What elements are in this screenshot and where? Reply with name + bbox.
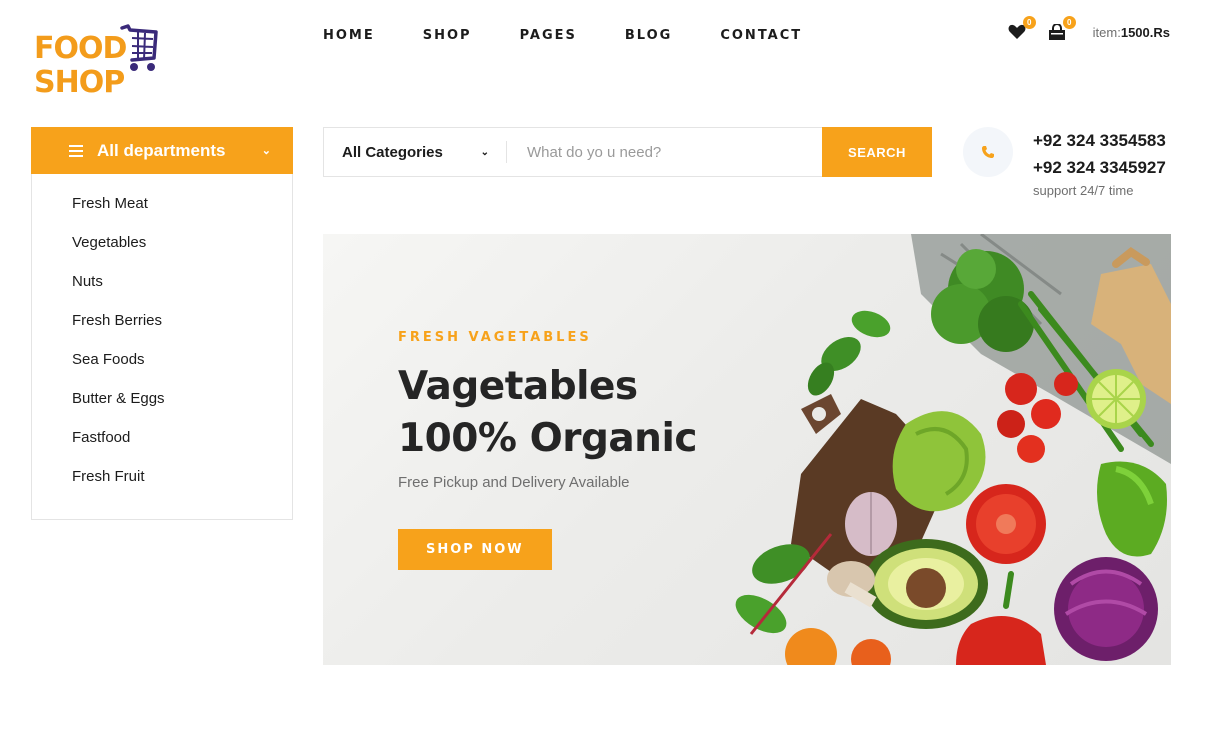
department-fresh-meat[interactable]: Fresh Meat: [72, 193, 292, 232]
heart-icon: [1008, 24, 1026, 39]
vegetables-image: [735, 234, 1171, 665]
phone-number-1[interactable]: +92 324 3354583: [1033, 127, 1166, 154]
contact-text: +92 324 3354583 +92 324 3345927 support …: [1033, 127, 1166, 198]
page: FOOD SHOP HOME SHOP PAGES BLOG CONTACT 0…: [0, 0, 1222, 754]
logo-line-2: SHOP: [34, 65, 125, 100]
phone-icon-circle: [963, 127, 1013, 177]
hero-title-line-2: 100% Organic: [398, 416, 697, 461]
wishlist-button[interactable]: 0: [1007, 16, 1036, 42]
phone-number-2[interactable]: +92 324 3345927: [1033, 154, 1166, 181]
cart-count-badge: 0: [1062, 16, 1076, 29]
nav-contact[interactable]: CONTACT: [720, 28, 802, 43]
hero-title: Vagetables 100% Organic: [398, 361, 697, 465]
hero-title-line-1: Vagetables: [398, 364, 638, 409]
shop-now-button[interactable]: SHOP NOW: [398, 529, 552, 570]
menu-icon: [69, 142, 83, 160]
nav-shop[interactable]: SHOP: [423, 28, 472, 43]
search-bar: All Categories ⌄ SEARCH: [323, 127, 932, 177]
shopping-cart-icon: [120, 24, 158, 71]
category-select-value: All Categories: [342, 143, 443, 161]
chevron-down-icon: ⌄: [261, 145, 271, 157]
department-fresh-fruit[interactable]: Fresh Fruit: [72, 466, 292, 505]
department-butter-eggs[interactable]: Butter & Eggs: [72, 388, 292, 427]
nav-home[interactable]: HOME: [323, 28, 375, 43]
logo-text: FOOD SHOP: [34, 31, 127, 100]
search-button[interactable]: SEARCH: [822, 127, 932, 177]
department-sea-foods[interactable]: Sea Foods: [72, 349, 292, 388]
departments-list: Fresh Meat Vegetables Nuts Fresh Berries…: [31, 174, 293, 520]
departments-menu: All departments ⌄ Fresh Meat Vegetables …: [31, 127, 293, 520]
department-nuts[interactable]: Nuts: [72, 271, 292, 310]
logo[interactable]: FOOD SHOP: [34, 22, 164, 112]
support-hours: support 24/7 time: [1033, 183, 1134, 198]
nav-pages[interactable]: PAGES: [520, 28, 577, 43]
hero-eyebrow: FRESH VAGETABLES: [398, 330, 592, 345]
departments-title: All departments: [97, 140, 226, 160]
department-vegetables[interactable]: Vegetables: [72, 232, 292, 271]
hero-content: FRESH VAGETABLES Vagetables 100% Organic…: [398, 330, 697, 570]
main-nav: HOME SHOP PAGES BLOG CONTACT: [323, 28, 850, 43]
header-actions: 0 0 item:1500.Rs: [1007, 16, 1170, 42]
chevron-down-icon: ⌄: [480, 146, 489, 158]
hero-banner: FRESH VAGETABLES Vagetables 100% Organic…: [323, 234, 1171, 665]
department-fresh-berries[interactable]: Fresh Berries: [72, 310, 292, 349]
cart-button[interactable]: 0: [1047, 16, 1076, 42]
department-fastfood[interactable]: Fastfood: [72, 427, 292, 466]
wishlist-count-badge: 0: [1022, 16, 1036, 29]
logo-line-1: FOOD: [34, 31, 127, 66]
category-select[interactable]: All Categories ⌄: [324, 128, 507, 176]
cart-total: item:1500.Rs: [1093, 25, 1170, 40]
departments-toggle[interactable]: All departments ⌄: [31, 127, 293, 174]
search-input[interactable]: [507, 128, 822, 176]
cart-total-label: item:: [1092, 24, 1121, 40]
hero-subtitle: Free Pickup and Delivery Available: [398, 474, 630, 491]
cart-total-value: 1500.Rs: [1120, 24, 1170, 40]
nav-blog[interactable]: BLOG: [625, 28, 672, 43]
phone-icon: [982, 146, 994, 158]
shopping-bag-icon: [1048, 23, 1065, 40]
